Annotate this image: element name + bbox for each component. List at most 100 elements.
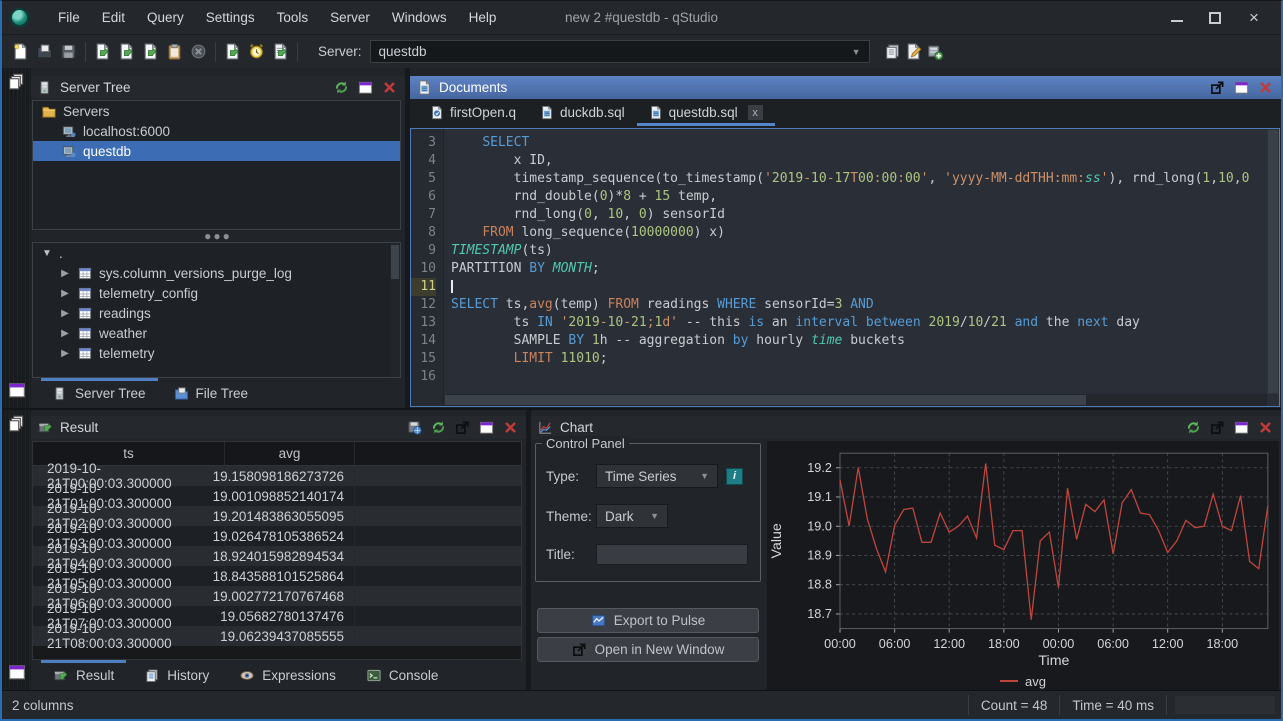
tables-tree-scrollbar[interactable] <box>390 243 400 377</box>
run-line-button[interactable] <box>222 41 243 62</box>
sqldoc-icon <box>649 105 663 120</box>
copy-server-button[interactable] <box>882 41 903 62</box>
document-tabs: firstOpen.qduckdb.sqlquestdb.sqlx <box>410 99 1281 128</box>
tree-item-questdb[interactable]: questdb <box>33 141 400 161</box>
run-selection-button[interactable] <box>140 41 161 62</box>
info-icon[interactable]: i <box>726 468 743 485</box>
scheduler-clock-button[interactable] <box>246 41 267 62</box>
chevron-collapsed-icon[interactable]: ▶ <box>59 308 71 319</box>
editor-code[interactable]: SELECT x ID, timestamp_sequence(to_times… <box>444 129 1279 406</box>
chevron-collapsed-icon[interactable]: ▶ <box>59 348 71 359</box>
table-grid-icon <box>77 326 93 341</box>
restore-panels-icon[interactable] <box>8 72 26 95</box>
menu-items: FileEditQuerySettingsToolsServerWindowsH… <box>47 1 507 34</box>
popout-icon[interactable] <box>1210 420 1226 436</box>
table-row[interactable]: 2019-10-21T08:00:03.30000019.06239437085… <box>33 626 521 646</box>
restore-panels-icon[interactable] <box>8 414 26 437</box>
tree-splitter[interactable]: ●●● <box>31 230 405 241</box>
tree-item-database-root[interactable]: ▼. <box>33 243 400 263</box>
export-disk-icon[interactable] <box>407 420 423 436</box>
run-query-button[interactable] <box>92 41 113 62</box>
chevron-collapsed-icon[interactable]: ▶ <box>59 288 71 299</box>
close-tab-icon[interactable]: x <box>748 105 763 120</box>
tree-item-localhost-6000[interactable]: localhost:6000 <box>33 121 400 141</box>
chart-type-select[interactable]: Time Series ▼ <box>596 464 718 488</box>
editor-horizontal-scrollbar[interactable] <box>445 394 1267 406</box>
tab-questdb.sql[interactable]: questdb.sqlx <box>637 99 775 126</box>
column-header-avg[interactable]: avg <box>225 442 355 465</box>
chart-title-input[interactable] <box>596 544 748 565</box>
close-window-button[interactable]: × <box>1247 12 1261 24</box>
edit-server-button[interactable] <box>903 41 924 62</box>
tree-item-label: telemetry_config <box>99 286 198 301</box>
window-icon[interactable] <box>358 80 374 96</box>
line-number: 14 <box>411 332 436 350</box>
menu-windows[interactable]: Windows <box>381 1 458 34</box>
tree-item-table-telemetry[interactable]: ▶telemetry <box>33 343 400 363</box>
refresh-icon[interactable] <box>334 80 350 96</box>
editor-gutter: 345678910111213141516 <box>411 129 444 406</box>
window-dock-icon[interactable] <box>8 663 26 686</box>
tab-result[interactable]: Result <box>41 660 126 690</box>
result-table[interactable]: tsavg2019-10-21T00:00:03.30000019.158098… <box>32 441 522 660</box>
open-folder-button[interactable] <box>34 41 55 62</box>
chart-theme-select[interactable]: Dark ▼ <box>596 504 668 528</box>
chevron-collapsed-icon[interactable]: ▶ <box>59 268 71 279</box>
tab-console[interactable]: Console <box>354 660 451 690</box>
menu-edit[interactable]: Edit <box>91 1 136 34</box>
export-to-pulse-button[interactable]: Export to Pulse <box>537 608 759 633</box>
run-script-button[interactable] <box>270 41 291 62</box>
window-icon[interactable] <box>1234 420 1250 436</box>
menu-file[interactable]: File <box>47 1 91 34</box>
window-icon[interactable] <box>1234 80 1250 96</box>
chevron-expanded-icon[interactable]: ▼ <box>41 248 53 259</box>
close-icon[interactable] <box>503 420 519 436</box>
window-icon[interactable] <box>479 420 495 436</box>
control-panel-label: Control Panel <box>542 436 629 451</box>
menu-settings[interactable]: Settings <box>195 1 266 34</box>
tab-duckdb.sql[interactable]: duckdb.sql <box>528 99 637 126</box>
svg-text:Time: Time <box>1038 653 1069 669</box>
menu-query[interactable]: Query <box>136 1 195 34</box>
minimize-button[interactable] <box>1171 13 1183 22</box>
open-in-new-window-button[interactable]: Open in New Window <box>537 637 759 662</box>
refresh-icon[interactable] <box>431 420 447 436</box>
close-icon[interactable] <box>1258 80 1274 96</box>
popout-icon[interactable] <box>1210 80 1226 96</box>
editor-vertical-scrollbar[interactable] <box>1267 129 1279 394</box>
tab-file-tree[interactable]: File Tree <box>162 378 261 408</box>
menu-server[interactable]: Server <box>319 1 381 34</box>
save-button[interactable] <box>58 41 79 62</box>
tab-history[interactable]: History <box>132 660 221 690</box>
chevron-collapsed-icon[interactable]: ▶ <box>59 328 71 339</box>
run-current-button[interactable] <box>116 41 137 62</box>
tree-item-table-weather[interactable]: ▶weather <box>33 323 400 343</box>
code-editor[interactable]: 345678910111213141516 SELECT x ID, times… <box>410 128 1280 407</box>
close-icon[interactable] <box>1258 420 1274 436</box>
popout-icon[interactable] <box>455 420 471 436</box>
cancel-query-button[interactable] <box>188 41 209 62</box>
code-line: LIMIT 11010; <box>451 350 1279 368</box>
tree-item-servers-root[interactable]: Servers <box>33 101 400 121</box>
refresh-icon[interactable] <box>1186 420 1202 436</box>
clipboard-button[interactable] <box>164 41 185 62</box>
qstudio-window: FileEditQuerySettingsToolsServerWindowsH… <box>0 0 1283 721</box>
menu-help[interactable]: Help <box>458 1 508 34</box>
menu-tools[interactable]: Tools <box>266 1 320 34</box>
new-document-button[interactable] <box>10 41 31 62</box>
maximize-button[interactable] <box>1209 12 1221 24</box>
qstudio-logo-icon <box>10 8 29 27</box>
chart-plot: 18.718.818.919.019.119.200:0006:0012:001… <box>767 441 1279 669</box>
tree-item-table-sys.column_versions_purge_log[interactable]: ▶sys.column_versions_purge_log <box>33 263 400 283</box>
tree-item-table-telemetry_config[interactable]: ▶ telemetry_config <box>33 283 400 303</box>
tree-item-table-readings[interactable]: ▶readings <box>33 303 400 323</box>
tab-expressions[interactable]: Expressions <box>227 660 348 690</box>
add-server-button[interactable] <box>924 41 945 62</box>
window-dock-icon[interactable] <box>8 381 26 404</box>
tab-firstOpen.q[interactable]: firstOpen.q <box>418 99 528 126</box>
status-bar: 2 columns Count = 48 Time = 40 ms <box>2 690 1281 719</box>
server-select[interactable]: questdb ▼ <box>370 40 870 63</box>
chart-title: Chart <box>560 420 593 435</box>
tab-server-tree[interactable]: Server Tree <box>41 378 158 408</box>
close-icon[interactable] <box>382 80 398 96</box>
